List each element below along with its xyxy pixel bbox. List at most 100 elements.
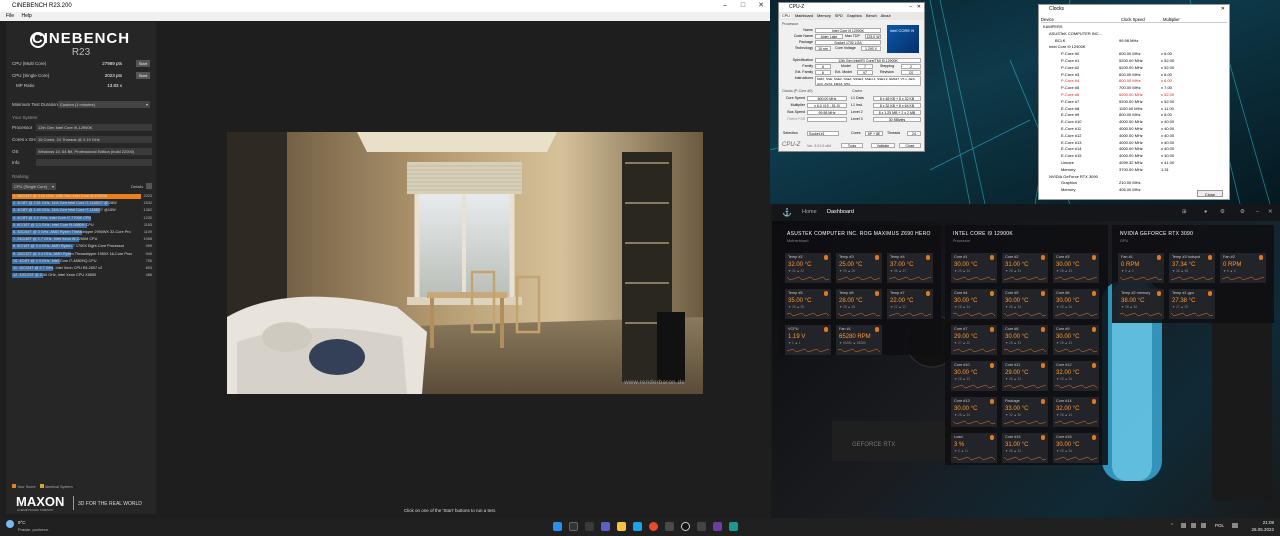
multi-core-start-button[interactable]: Start — [136, 60, 150, 67]
wifi-icon[interactable] — [1232, 523, 1238, 528]
info-field[interactable] — [36, 159, 152, 166]
sensor-tile[interactable]: Core #14 32.00 °C ▼ 28 ▲ 34 — [1053, 397, 1099, 427]
ranking-row[interactable]: 5. 8C/16T @ 2.3 GHz, Intel Core i9-9880H… — [12, 222, 152, 229]
sensor-tile[interactable]: Temp #6 28.00 °C ▼ 28 ▲ 28 — [836, 289, 882, 319]
clocks-taskbar-icon[interactable] — [697, 522, 706, 531]
cinebench-taskbar-icon[interactable] — [681, 522, 690, 531]
ranking-row[interactable]: 8. 8C/16T @ 3.4 GHz, AMD Ryzen 7 1700X E… — [12, 244, 152, 250]
sensor-tile[interactable]: Core #12 32.00 °C ▼ 28 ▲ 34 — [1053, 361, 1099, 391]
ranking-row[interactable]: 1. 16C/24T @ 3.19 GHz, 12th Gen Intel Co… — [12, 194, 152, 200]
ranking-row[interactable]: 6. 32C/64T @ 3 GHz, AMD Ryzen Threadripp… — [12, 230, 152, 236]
minimize-button[interactable]: – — [909, 3, 912, 12]
notifications-icon[interactable]: ● — [1204, 204, 1207, 221]
sensor-tile[interactable]: Fan #2 0 RPM ▼ 0 ▲ 0 — [1220, 253, 1266, 283]
tab-spd[interactable]: SPD — [835, 14, 843, 18]
min-test-dropdown[interactable]: Custom (1 minutes) ▾ — [58, 101, 150, 108]
ranking-row[interactable]: 11. 12C/24T @ 2.7 GHz, Intel Xeon CPU E5… — [12, 266, 152, 272]
clock-row[interactable]: E-Core #10 4000.00 MHz x 40.00 — [1039, 119, 1229, 126]
sensor-tile[interactable]: Fan #1 65280 RPM ▼ 65280 ▲ 65280 — [836, 325, 882, 355]
sensor-tile[interactable]: Core #3 30.00 °C ▼ 28 ▲ 33 — [1053, 253, 1099, 283]
clock-row[interactable]: E-Core #12 4000.00 MHz x 40.00 — [1039, 133, 1229, 140]
sensor-tile[interactable]: Core #8 30.00 °C ▼ 28 ▲ 33 — [1002, 325, 1048, 355]
clock-row[interactable]: P-Core #0 600.00 MHz x 6.00 — [1039, 51, 1229, 58]
chevron-up-icon[interactable]: ⌃ — [1170, 523, 1174, 529]
ranking-row[interactable]: 12. 12C/24T @ 2.66 GHz, Intel Xeon CPU X… — [12, 273, 152, 279]
sensor-tile[interactable]: Temp #4 37.00 °C ▼ 36 ▲ 37 — [887, 253, 933, 283]
icue-taskbar-icon[interactable] — [729, 522, 738, 531]
tab-memory[interactable]: Memory — [817, 14, 831, 18]
tab-graphics[interactable]: Graphics — [847, 14, 862, 18]
details-toggle[interactable] — [146, 183, 152, 189]
sensor-tile[interactable]: Core #9 30.00 °C ▼ 28 ▲ 33 — [1053, 325, 1099, 355]
nav-dashboard[interactable]: Dashboard — [827, 204, 854, 221]
devices-icon[interactable]: ⊞ — [1182, 204, 1187, 221]
sensor-tile[interactable]: Core #13 30.00 °C ▼ 28 ▲ 34 — [951, 397, 997, 427]
close-button[interactable]: ✕ — [1268, 204, 1273, 221]
ranking-row[interactable]: 7. 24C/48T @ 2.7 GHz, Intel Xeon W-2265M… — [12, 237, 152, 243]
tab-bench[interactable]: Bench — [866, 14, 877, 18]
clock-row[interactable]: P-Core #5 700.00 MHz x 7.00 — [1039, 85, 1229, 92]
clock-row[interactable]: E-Core #11 4000.00 MHz x 40.00 — [1039, 126, 1229, 133]
sensor-tile[interactable]: Core #11 29.00 °C ▼ 28 ▲ 32 — [1002, 361, 1048, 391]
weather-icon[interactable] — [6, 520, 14, 528]
single-core-start-button[interactable]: Start — [136, 72, 150, 79]
details-link[interactable]: Details — [131, 184, 143, 189]
ranking-row[interactable]: 3. 4C/8T @ 1.69 GHz, 11th Gen Intel Core… — [12, 208, 152, 214]
clock-date[interactable]: 26.05.2022 — [1246, 527, 1274, 532]
sensor-tile[interactable]: Core #15 31.00 °C ▼ 28 ▲ 32 — [1002, 433, 1048, 463]
tray-icon[interactable] — [1181, 523, 1186, 528]
sensor-tile[interactable]: Core #4 30.00 °C ▼ 28 ▲ 34 — [951, 289, 997, 319]
sensor-tile[interactable]: Temp #2 memory 38.00 °C ▼ 38 ▲ 38 — [1118, 289, 1164, 319]
clock-row[interactable]: P-Core #1 5200.00 MHz x 52.00 — [1039, 58, 1229, 65]
minimize-button[interactable]: – — [1256, 204, 1259, 221]
gear-icon[interactable]: ⚙ — [1240, 204, 1245, 221]
ranking-row[interactable]: 2. 4C/8T @ 2.61 GHz, 11th Gen Intel Core… — [12, 201, 152, 207]
start-icon[interactable] — [553, 522, 562, 531]
sensor-tile[interactable]: Temp #5 35.00 °C ▼ 35 ▲ 35 — [785, 289, 831, 319]
minimize-button[interactable]: – — [716, 0, 734, 12]
clock-row[interactable]: KAMPERS — [1039, 24, 1229, 31]
chrome-icon[interactable] — [649, 522, 658, 531]
clock-row[interactable]: P-Core #2 5200.00 MHz x 52.00 — [1039, 65, 1229, 72]
clock-row[interactable]: E-Core #9 800.00 MHz x 8.00 — [1039, 112, 1229, 119]
ranking-row[interactable]: 4. 4C/8T @ 4.2 GHz, Intel Core i7-7700K … — [12, 215, 152, 222]
weather-temp[interactable]: 9°C — [18, 520, 26, 525]
language-indicator[interactable]: POL — [1215, 523, 1224, 528]
sensor-tile[interactable]: Package 33.00 °C ▼ 32 ▲ 36 — [1002, 397, 1048, 427]
maximize-button[interactable]: □ — [734, 0, 752, 12]
sensor-tile[interactable]: Core #7 29.00 °C ▼ 27 ▲ 32 — [951, 325, 997, 355]
cpuz-taskbar-icon[interactable] — [713, 522, 722, 531]
volume-icon[interactable] — [1201, 523, 1206, 528]
clock-row[interactable]: E-Core #13 4000.00 MHz x 40.00 — [1039, 140, 1229, 147]
chat-icon[interactable] — [601, 522, 610, 531]
close-button[interactable]: ✕ — [917, 3, 921, 12]
clock-row[interactable]: P-Core #7 5200.00 MHz x 52.00 — [1039, 99, 1229, 106]
close-icon[interactable]: ✕ — [1221, 5, 1225, 14]
ranking-dropdown[interactable]: CPU (Single Core) ▾ — [12, 183, 56, 190]
close-button[interactable]: ✕ — [752, 0, 770, 12]
selection-dropdown[interactable]: Socket #1 — [807, 131, 839, 136]
sensor-tile[interactable]: Load 3 % ▼ 0 ▲ 11 — [951, 433, 997, 463]
sensor-tile[interactable]: Temp #2 32.00 °C ▼ 32 ▲ 32 — [785, 253, 831, 283]
tab-mainboard[interactable]: Mainboard — [795, 14, 813, 18]
clock-row[interactable]: P-Core #4 600.00 MHz x 6.00 — [1039, 78, 1229, 85]
sensor-tile[interactable]: Core #10 30.00 °C ▼ 28 ▲ 33 — [951, 361, 997, 391]
clock-row[interactable]: NVIDIA GeForce RTX 3090 — [1039, 174, 1229, 181]
search-icon[interactable] — [569, 522, 578, 531]
sensor-tile[interactable]: Temp #7 22.00 °C ▼ 22 ▲ 22 — [887, 289, 933, 319]
col-clock-speed[interactable]: Clock Speed — [1121, 16, 1145, 23]
col-multiplier[interactable]: Multiplier — [1163, 16, 1180, 23]
weather-text[interactable]: Prawie, pochmur. — [18, 527, 49, 532]
clock-row[interactable]: Uncore 4099.32 MHz x 41.00 — [1039, 160, 1229, 167]
sensor-tile[interactable]: VCPU 1.19 V ▼ 1 ▲ 1 — [785, 325, 831, 355]
sensor-tile[interactable]: Core #1 30.00 °C ▼ 29 ▲ 34 — [951, 253, 997, 283]
tools-button[interactable]: Tools — [841, 143, 863, 148]
clock-row[interactable]: ASUSTeK COMPUTER INC... — [1039, 31, 1229, 38]
sensor-tile[interactable]: Fan #1 0 RPM ▼ 0 ▲ 0 — [1118, 253, 1164, 283]
menu-file[interactable]: File — [6, 13, 14, 19]
store-icon[interactable] — [633, 522, 642, 531]
app-icon[interactable] — [665, 522, 674, 531]
settings-icon[interactable]: ⚙ — [1220, 204, 1225, 221]
tab-about[interactable]: About — [881, 14, 891, 18]
sensor-tile[interactable]: Core #2 31.00 °C ▼ 28 ▲ 34 — [1002, 253, 1048, 283]
